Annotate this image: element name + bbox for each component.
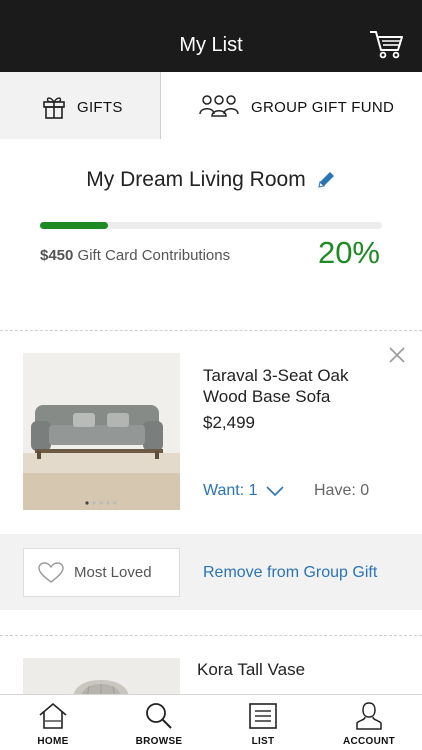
sofa-image[interactable]	[23, 353, 180, 510]
tab-bar: GIFTS GROUP GIFT FUND	[0, 72, 422, 139]
item-name[interactable]: Kora Tall Vase	[197, 660, 305, 680]
progress-fill	[40, 222, 109, 229]
nav-browse-label: BROWSE	[135, 736, 183, 747]
contribution-percent: 20%	[317, 235, 380, 270]
home-icon	[39, 702, 67, 729]
pencil-icon[interactable]	[316, 170, 336, 190]
vase-image[interactable]	[23, 658, 180, 698]
list-icon	[249, 703, 277, 729]
bottom-nav: HOME BROWSE LIST ACCOUNT	[0, 694, 422, 750]
divider	[0, 635, 422, 636]
contribution-progress-bar	[40, 222, 382, 229]
list-title-row: My Dream Living Room	[0, 168, 422, 192]
most-loved-button[interactable]: Most Loved	[23, 548, 180, 597]
search-icon	[146, 703, 172, 729]
nav-list-label: LIST	[251, 736, 275, 747]
contribution-text: $450 Gift Card Contributions	[40, 247, 230, 264]
nav-list[interactable]: LIST	[228, 695, 298, 750]
contribution-amount: $450	[40, 247, 74, 264]
nav-browse[interactable]: BROWSE	[124, 695, 194, 750]
account-icon	[356, 702, 382, 730]
tab-gifts[interactable]: GIFTS	[0, 72, 161, 139]
nav-home[interactable]: HOME	[18, 695, 88, 750]
heart-icon	[38, 561, 64, 583]
group-icon	[199, 95, 239, 117]
most-loved-label: Most Loved	[74, 564, 152, 581]
close-icon[interactable]	[388, 346, 406, 364]
tab-group-gift-fund[interactable]: GROUP GIFT FUND	[161, 72, 422, 139]
page-title: My List	[179, 34, 243, 56]
chevron-down-icon	[265, 486, 284, 497]
nav-account[interactable]: ACCOUNT	[334, 695, 404, 750]
gift-icon	[43, 97, 65, 119]
divider	[0, 330, 422, 331]
list-title: My Dream Living Room	[86, 168, 306, 191]
have-count: Have: 0	[314, 482, 370, 499]
contribution-label: Gift Card Contributions	[77, 247, 231, 264]
nav-home-label: HOME	[37, 736, 69, 747]
item-price: $2,499	[203, 413, 255, 432]
cart-icon[interactable]	[368, 28, 404, 60]
tab-gifts-label: GIFTS	[77, 99, 123, 116]
nav-account-label: ACCOUNT	[342, 736, 396, 747]
remove-from-group-gift-link[interactable]: Remove from Group Gift	[203, 564, 377, 582]
want-label: Want: 1	[203, 482, 258, 499]
want-quantity-selector[interactable]: Want: 1	[203, 482, 284, 500]
app-header: My List	[0, 0, 422, 72]
item-name[interactable]: Taraval 3-Seat Oak Wood Base Sofa	[203, 365, 373, 407]
item-actions: Most Loved Remove from Group Gift	[0, 534, 422, 610]
tab-group-label: GROUP GIFT FUND	[251, 99, 395, 116]
